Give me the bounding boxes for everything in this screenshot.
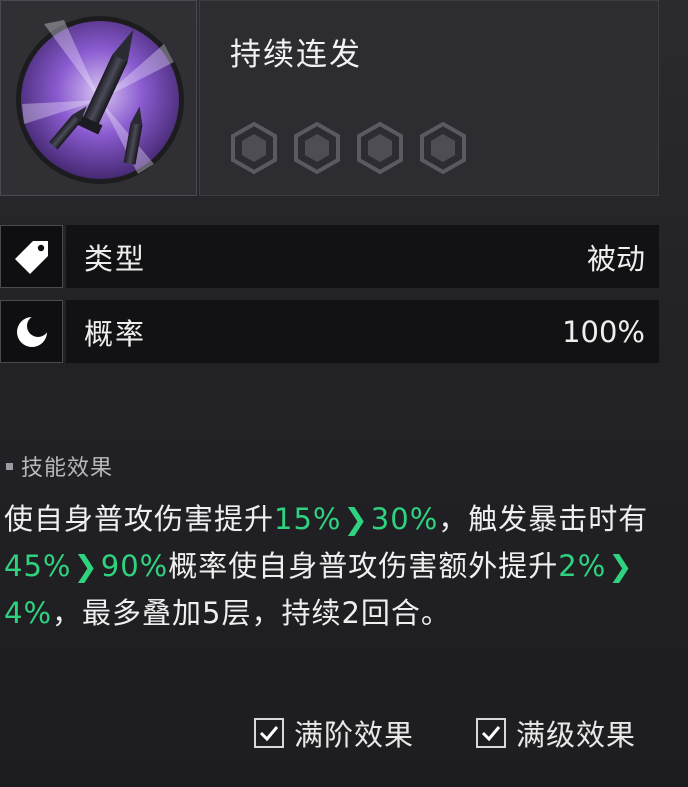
stat-label: 概率: [84, 316, 147, 351]
check-icon: [481, 726, 501, 742]
toggle-label: 满级效果: [516, 718, 637, 752]
rank-indicator: [227, 121, 470, 175]
stat-body: 概率 100%: [66, 300, 659, 363]
effect-value-max: 30%: [370, 502, 439, 536]
stat-icon-frame: [0, 225, 63, 288]
stat-body: 类型 被动: [66, 225, 659, 288]
upgrade-arrow-icon: ❯: [343, 502, 369, 536]
effect-text-segment: 使自身普攻伤害提升: [4, 502, 275, 536]
checkbox[interactable]: [254, 718, 284, 748]
bullet-icon: [6, 462, 13, 470]
stat-value: 100%: [562, 314, 645, 349]
effect-value-base: 15%: [274, 502, 342, 536]
effect-header: 技能效果: [6, 450, 113, 482]
rank-slot-icon: [420, 121, 466, 175]
effect-value-base: 2%: [558, 549, 607, 583]
effect-text-segment: 概率使自身普攻伤害额外提升: [168, 549, 559, 583]
rank-slot-icon: [357, 121, 403, 175]
skill-title-panel: 持续连发: [199, 0, 659, 196]
upgrade-arrow-icon: ❯: [608, 549, 634, 583]
moon-icon: [16, 314, 49, 347]
effect-value-base: 45%: [4, 549, 72, 583]
effect-description: 使自身普攻伤害提升15%❯30%，触发暴击时有45%❯90%概率使自身普攻伤害额…: [4, 496, 654, 637]
effect-value-max: 90%: [100, 549, 169, 583]
stat-value: 被动: [586, 241, 645, 276]
rank-slot-icon: [231, 121, 277, 175]
stat-row-probability: 概率 100%: [0, 300, 659, 363]
stat-icon-frame: [0, 300, 63, 363]
bullets-icon: [16, 16, 184, 184]
effect-text-segment: ，触发暴击时有: [438, 502, 649, 536]
checkbox[interactable]: [476, 718, 506, 748]
stat-label: 类型: [84, 241, 147, 276]
effect-text-segment: ，最多叠加5层，持续2回合。: [52, 596, 451, 630]
check-icon: [259, 726, 279, 742]
toggle-label: 满阶效果: [294, 718, 415, 752]
rank-slot-icon: [294, 121, 340, 175]
stat-row-type: 类型 被动: [0, 225, 659, 288]
effect-header-label: 技能效果: [21, 456, 114, 481]
skill-icon-frame: [0, 0, 197, 196]
upgrade-arrow-icon: ❯: [73, 549, 99, 583]
effect-value-max: 4%: [4, 596, 53, 630]
skill-title: 持续连发: [230, 37, 362, 73]
toggle-max-stage[interactable]: 满阶效果: [254, 712, 414, 754]
tag-icon: [14, 240, 48, 274]
toggle-max-level[interactable]: 满级效果: [476, 712, 636, 754]
